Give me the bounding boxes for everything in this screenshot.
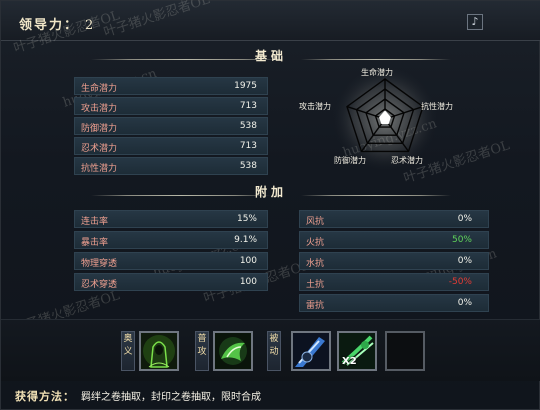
- stat-value: 713: [239, 141, 257, 151]
- green-palm-skill-icon[interactable]: [213, 331, 253, 371]
- stat-label: 忍术穿透: [81, 280, 118, 290]
- stat-value: -50%: [448, 277, 472, 287]
- basic-section-title: 基础: [254, 49, 287, 63]
- stat-row-wind-res: 风抗 0%: [299, 210, 489, 228]
- leadership-label: 领导力：: [19, 18, 80, 33]
- radar-label-ninjutsu: 忍术潜力: [391, 156, 423, 165]
- obtain-method: 获得方法： 羁绊之卷抽取，封印之卷抽取，限时合成: [15, 388, 261, 404]
- stat-value: 1975: [234, 81, 257, 91]
- stat-value: 538: [239, 121, 257, 131]
- stat-row-water-res: 水抗 0%: [299, 252, 489, 270]
- x2-badge: X2: [342, 356, 357, 367]
- blue-blade-art: [293, 333, 329, 369]
- green-dash-skill-icon[interactable]: X2: [337, 331, 377, 371]
- obtain-label: 获得方法：: [15, 390, 75, 403]
- header-bar: 领导力： 2 ♪: [1, 1, 540, 41]
- radar-label-resist: 抗性潜力: [421, 102, 453, 111]
- category-label: 普攻: [197, 334, 207, 357]
- stat-value: 713: [239, 101, 257, 111]
- category-label: 被动: [269, 334, 279, 357]
- stat-row-defense: 防御潜力 538: [74, 117, 268, 135]
- stat-label: 攻击潜力: [81, 104, 118, 114]
- stat-row-phys-pen: 物理穿透 100: [74, 252, 268, 270]
- stat-label: 忍术潜力: [81, 144, 118, 154]
- stat-value: 100: [239, 256, 257, 266]
- stat-label: 防御潜力: [81, 124, 118, 134]
- stat-row-thunder-res: 雷抗 0%: [299, 294, 489, 312]
- stat-row-combo: 连击率 15%: [74, 210, 268, 228]
- stat-value: 0%: [457, 298, 472, 308]
- radar-label-defense: 防御潜力: [334, 156, 366, 165]
- stat-value: 0%: [457, 214, 472, 224]
- stat-label: 土抗: [306, 280, 325, 290]
- section-divider: [301, 195, 451, 196]
- stat-row-fire-res: 火抗 50%: [299, 231, 489, 249]
- stat-value: 538: [239, 161, 257, 171]
- radar-label-hp: 生命潜力: [361, 68, 393, 77]
- stat-label: 暴击率: [81, 238, 109, 248]
- hooded-ninja-art: [141, 333, 177, 369]
- stat-label: 抗性潜力: [81, 164, 118, 174]
- stat-row-hp: 生命潜力 1975: [74, 77, 268, 95]
- obtain-text: 羁绊之卷抽取，封印之卷抽取，限时合成: [81, 392, 261, 403]
- stat-row-ninjutsu: 忍术潜力 713: [74, 137, 268, 155]
- stat-value: 100: [239, 277, 257, 287]
- stat-row-nin-pen: 忍术穿透 100: [74, 273, 268, 291]
- stat-label: 火抗: [306, 238, 325, 248]
- stat-label: 连击率: [81, 217, 109, 227]
- stat-row-earth-res: 土抗 -50%: [299, 273, 489, 291]
- stat-value: 0%: [457, 256, 472, 266]
- hooded-ninja-skill-icon[interactable]: [139, 331, 179, 371]
- stat-label: 生命潜力: [81, 84, 118, 94]
- radar-label-attack: 攻击潜力: [299, 102, 331, 111]
- stat-label: 物理穿透: [81, 259, 118, 269]
- stat-row-resist: 抗性潜力 538: [74, 157, 268, 175]
- section-divider: [301, 59, 451, 60]
- category-tag-ougi: 奥义: [121, 331, 135, 371]
- stat-row-crit: 暴击率 9.1%: [74, 231, 268, 249]
- green-palm-art: [215, 333, 251, 369]
- stat-row-attack: 攻击潜力 713: [74, 97, 268, 115]
- category-label: 奥义: [123, 334, 133, 357]
- category-tag-normal-attack: 普攻: [195, 331, 209, 371]
- category-tag-passive: 被动: [267, 331, 281, 371]
- stat-value: 9.1%: [234, 235, 257, 245]
- blue-blade-skill-icon[interactable]: [291, 331, 331, 371]
- stat-label: 水抗: [306, 259, 325, 269]
- stat-value: 15%: [236, 214, 257, 224]
- music-note-icon[interactable]: ♪: [467, 14, 483, 30]
- stat-value: 50%: [451, 235, 472, 245]
- empty-skill-slot[interactable]: [385, 331, 425, 371]
- stat-label: 风抗: [306, 217, 325, 227]
- leadership-display: 领导力： 2: [19, 14, 95, 33]
- stat-label: 雷抗: [306, 301, 325, 311]
- character-info-panel: 领导力：2 ♪ 叶子猪火影忍者OL 叶子猪火影忍者OL huoying.yzz.…: [0, 0, 540, 410]
- leadership-value: 2: [85, 18, 96, 33]
- extra-section-title: 附加: [254, 185, 287, 199]
